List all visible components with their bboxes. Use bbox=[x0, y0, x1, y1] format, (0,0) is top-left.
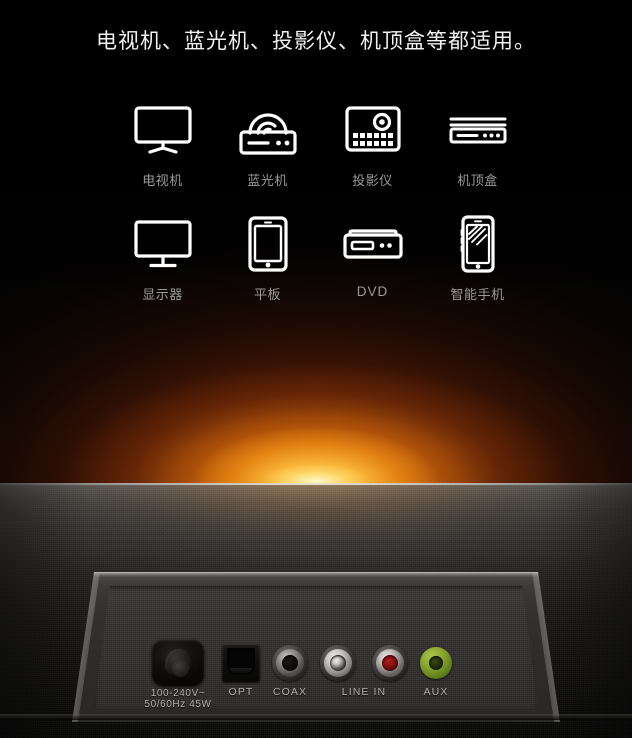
device-item-dvd: DVD bbox=[320, 212, 425, 326]
device-item-settopbox: 机顶盒 bbox=[425, 98, 530, 212]
device-label: 显示器 bbox=[142, 287, 183, 302]
aux-port-label: AUX bbox=[423, 686, 449, 698]
headline-text: 电视机、蓝光机、投影仪、机顶盒等都适用。 bbox=[96, 30, 536, 53]
device-label: 机顶盒 bbox=[457, 173, 498, 188]
device-label: 平板 bbox=[253, 287, 281, 302]
dvd-player-icon bbox=[337, 212, 409, 276]
monitor-icon bbox=[127, 212, 199, 276]
device-item-projector: 投影仪 bbox=[320, 98, 425, 212]
tv-icon bbox=[127, 98, 199, 162]
set-top-box-icon bbox=[442, 98, 514, 162]
projector-icon bbox=[337, 98, 409, 162]
product-detail-image: 电视机、蓝光机、投影仪、机顶盒等都适用。 电视机 蓝光机 投影仪 机顶盒 显示器… bbox=[0, 0, 632, 738]
device-label: 蓝光机 bbox=[247, 173, 288, 188]
device-item-monitor: 显示器 bbox=[110, 212, 215, 326]
device-label: DVD bbox=[356, 284, 389, 299]
device-item-smartphone: 智能手机 bbox=[425, 212, 530, 326]
device-item-tablet: 平板 bbox=[215, 212, 320, 326]
compatible-device-grid: 电视机 蓝光机 投影仪 机顶盒 显示器 平板 DVD 智能手机 bbox=[110, 98, 530, 326]
device-item-bluray: 蓝光机 bbox=[215, 98, 320, 212]
smartphone-icon bbox=[442, 212, 514, 276]
tablet-icon bbox=[232, 212, 304, 276]
power-rating-line2: 50/60Hz 45W bbox=[144, 699, 212, 710]
device-label: 电视机 bbox=[142, 173, 183, 188]
device-label: 智能手机 bbox=[450, 287, 505, 302]
device-item-tv: 电视机 bbox=[110, 98, 215, 212]
blu-ray-icon bbox=[232, 98, 304, 162]
device-label: 投影仪 bbox=[352, 173, 393, 188]
